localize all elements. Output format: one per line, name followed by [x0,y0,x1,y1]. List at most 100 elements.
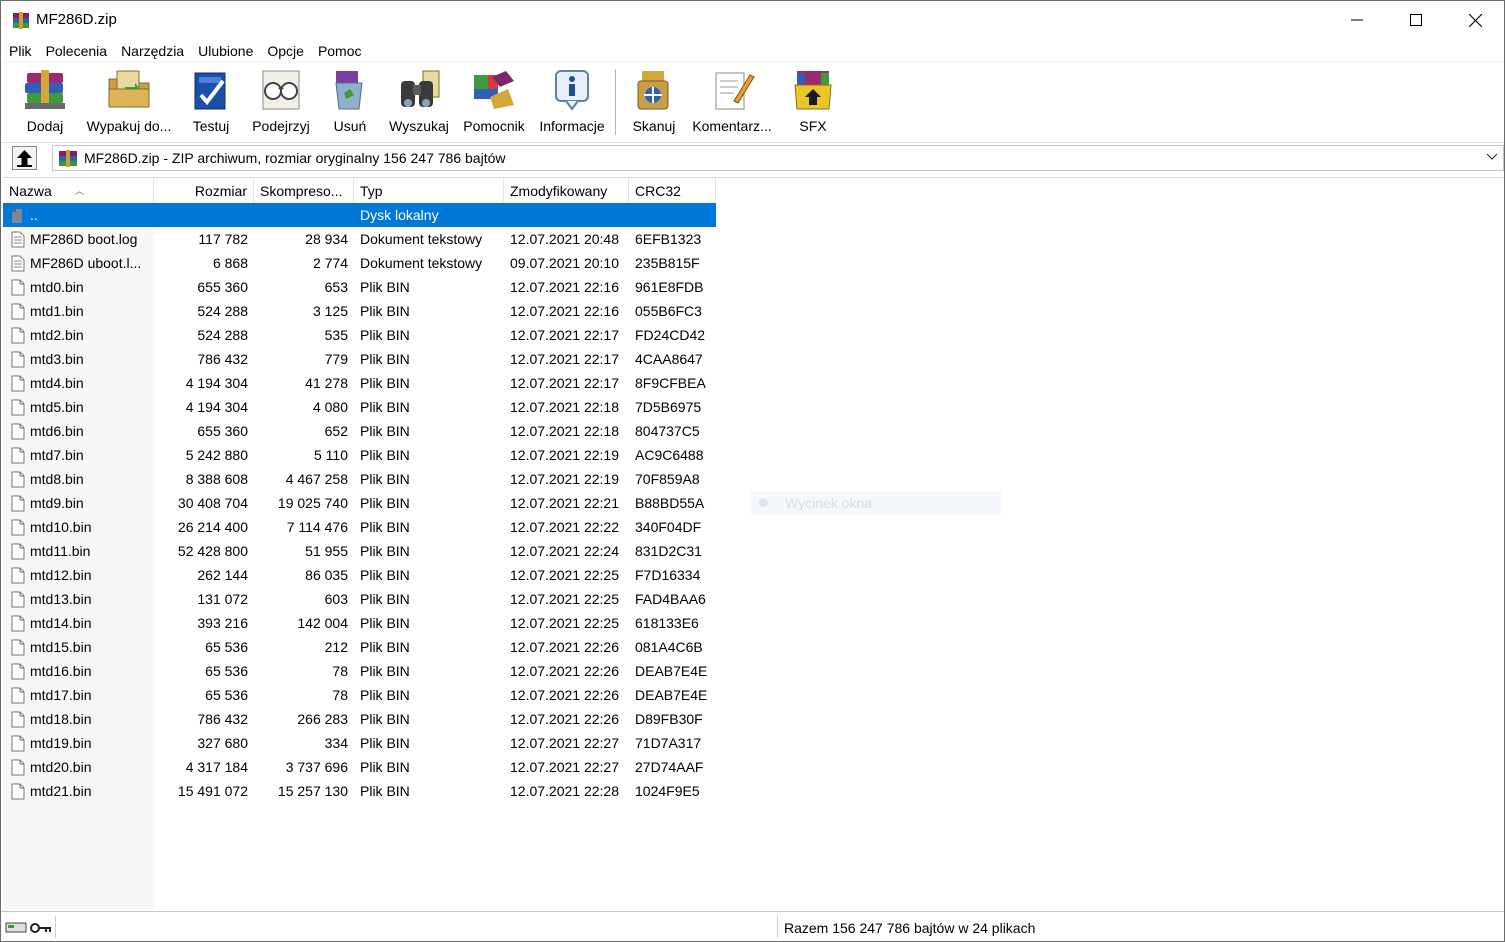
cell-compressed: 266 283 [297,711,348,727]
view-button[interactable]: Podejrzyj [247,67,315,139]
extract-folder-icon [108,70,150,108]
cell-name: mtd21.bin [30,783,92,799]
title-bar[interactable]: MF286D.zip [1,1,1504,39]
cell-compressed: 5 110 [314,447,348,463]
cell-name: mtd16.bin [30,663,92,679]
column-header-name[interactable]: Nazwa ︿ [3,178,154,203]
table-row[interactable]: mtd6.bin 655 360 652 Plik BIN 12.07.2021 22:… [3,419,716,443]
scan-button[interactable]: Skanuj [627,67,681,139]
cell-crc: FD24CD42 [635,327,706,343]
cell-name: MF286D boot.log [30,231,138,247]
column-header-crc[interactable]: CRC32 [629,178,716,203]
maximize-button[interactable] [1386,1,1446,39]
cell-compressed: 19 025 740 [277,495,348,511]
cell-modified: 12.07.2021 22:27 [510,759,619,775]
file-icon [11,447,25,464]
table-row[interactable]: mtd1.bin 524 288 3 125 Plik BIN 12.07.2021 2… [3,299,716,323]
cell-type: Plik BIN [360,423,410,439]
table-row[interactable]: mtd13.bin 131 072 603 Plik BIN 12.07.2021 22… [3,587,716,611]
cell-modified: 12.07.2021 22:25 [510,615,619,631]
cell-crc: 961E8FDB [635,279,704,295]
cell-modified: 12.07.2021 22:18 [510,423,619,439]
column-header-type[interactable]: Typ [354,178,504,203]
cell-type: Plik BIN [360,711,410,727]
minimize-button[interactable] [1327,1,1387,39]
table-row[interactable]: mtd9.bin 30 408 704 19 025 740 Plik BIN 12.0… [3,491,716,515]
chevron-down-icon[interactable] [1486,153,1498,161]
menu-polecenia[interactable]: Polecenia [46,43,108,59]
table-row[interactable]: mtd4.bin 4 194 304 41 278 Plik BIN 12.07.202… [3,371,716,395]
scan-label: Skanuj [632,118,676,134]
table-row[interactable]: mtd8.bin 8 388 608 4 467 258 Plik BIN 12.07.… [3,467,716,491]
table-row[interactable]: mtd21.bin 15 491 072 15 257 130 Plik BIN 12.… [3,779,716,803]
table-row[interactable]: mtd17.bin 65 536 78 Plik BIN 12.07.2021 22:2… [3,683,716,707]
cell-size: 6 868 [212,255,248,271]
cell-compressed: 334 [324,735,348,751]
table-row[interactable]: mtd16.bin 65 536 78 Plik BIN 12.07.2021 22:2… [3,659,716,683]
sort-ascending-icon: ︿ [75,186,85,196]
cell-modified: 12.07.2021 22:21 [510,495,619,511]
cell-size: 5 242 880 [185,447,248,463]
window-title: MF286D.zip [36,11,117,28]
delete-button[interactable]: Usuń [323,67,377,139]
info-button[interactable]: Informacje [535,67,609,139]
table-row[interactable]: mtd19.bin 327 680 334 Plik BIN 12.07.2021 22… [3,731,716,755]
menu-pomoc[interactable]: Pomoc [318,43,362,59]
column-header-modified[interactable]: Zmodyfikowany [504,178,629,203]
test-button[interactable]: Testuj [183,67,239,139]
cell-compressed: 779 [324,351,348,367]
cell-modified: 12.07.2021 22:24 [510,543,619,559]
table-row[interactable]: mtd2.bin 524 288 535 Plik BIN 12.07.2021 22:… [3,323,716,347]
cell-compressed: 652 [324,423,348,439]
menu-narzedzia[interactable]: Narzędzia [121,43,184,59]
info-icon [555,70,589,111]
table-row[interactable]: mtd11.bin 52 428 800 51 955 Plik BIN 12.07.2… [3,539,716,563]
table-row[interactable]: mtd18.bin 786 432 266 283 Plik BIN 12.07.202… [3,707,716,731]
table-row[interactable]: mtd7.bin 5 242 880 5 110 Plik BIN 12.07.2021… [3,443,716,467]
column-header-type-label: Typ [360,183,383,199]
up-folder-button[interactable] [12,146,37,170]
table-row[interactable]: mtd5.bin 4 194 304 4 080 Plik BIN 12.07.2021… [3,395,716,419]
address-combobox[interactable]: MF286D.zip - ZIP archiwum, rozmiar orygi… [52,145,1504,171]
cell-modified: 12.07.2021 22:18 [510,399,619,415]
cell-crc: DEAB7E4E [635,687,708,703]
file-icon [11,591,25,608]
column-header-size[interactable]: Rozmiar [154,178,254,203]
cell-type: Plik BIN [360,615,410,631]
table-row[interactable]: mtd20.bin 4 317 184 3 737 696 Plik BIN 12.07… [3,755,716,779]
cell-type: Plik BIN [360,303,410,319]
table-row-parent-folder[interactable]: .. Dysk lokalny [3,203,716,227]
cell-type: Plik BIN [360,567,410,583]
cell-compressed: 142 004 [297,615,348,631]
cell-modified: 09.07.2021 20:10 [510,255,619,271]
find-button[interactable]: Wyszukaj [385,67,453,139]
cell-crc: 055B6FC3 [635,303,702,319]
file-list[interactable]: Nazwa ︿ Rozmiar Skompreso... Typ Zmodyfi… [3,177,1504,910]
status-separator [777,916,778,938]
sfx-button[interactable]: SFX [787,67,839,139]
table-row[interactable]: mtd0.bin 655 360 653 Plik BIN 12.07.2021 22:… [3,275,716,299]
comment-button[interactable]: Komentarz... [689,67,775,139]
cell-modified: 12.07.2021 22:26 [510,687,619,703]
drive-key-icon [5,922,51,933]
extract-button[interactable]: Wypakuj do... [83,67,175,139]
close-button[interactable] [1445,1,1505,39]
table-row[interactable]: mtd15.bin 65 536 212 Plik BIN 12.07.2021 22:… [3,635,716,659]
table-row[interactable]: mtd10.bin 26 214 400 7 114 476 Plik BIN 12.0… [3,515,716,539]
add-button[interactable]: Dodaj [13,67,77,139]
table-row[interactable]: MF286D uboot.l... 6 868 2 774 Dokument teks… [3,251,716,275]
menu-opcje[interactable]: Opcje [267,43,304,59]
table-row[interactable]: mtd12.bin 262 144 86 035 Plik BIN 12.07.2021… [3,563,716,587]
cell-modified: 12.07.2021 22:17 [510,327,619,343]
menu-plik[interactable]: Plik [9,43,32,59]
file-icon [11,399,25,416]
table-row[interactable]: mtd14.bin 393 216 142 004 Plik BIN 12.07.202… [3,611,716,635]
status-summary: Razem 156 247 786 bajtów w 24 plikach [784,920,1036,936]
cell-name: mtd18.bin [30,711,92,727]
column-header-compressed[interactable]: Skompreso... [254,178,354,203]
table-row[interactable]: mtd3.bin 786 432 779 Plik BIN 12.07.2021 22:… [3,347,716,371]
wizard-button[interactable]: Pomocnik [459,67,529,139]
file-icon [11,279,25,296]
menu-ulubione[interactable]: Ulubione [198,43,253,59]
table-row[interactable]: MF286D boot.log 117 782 28 934 Dokument tek… [3,227,716,251]
